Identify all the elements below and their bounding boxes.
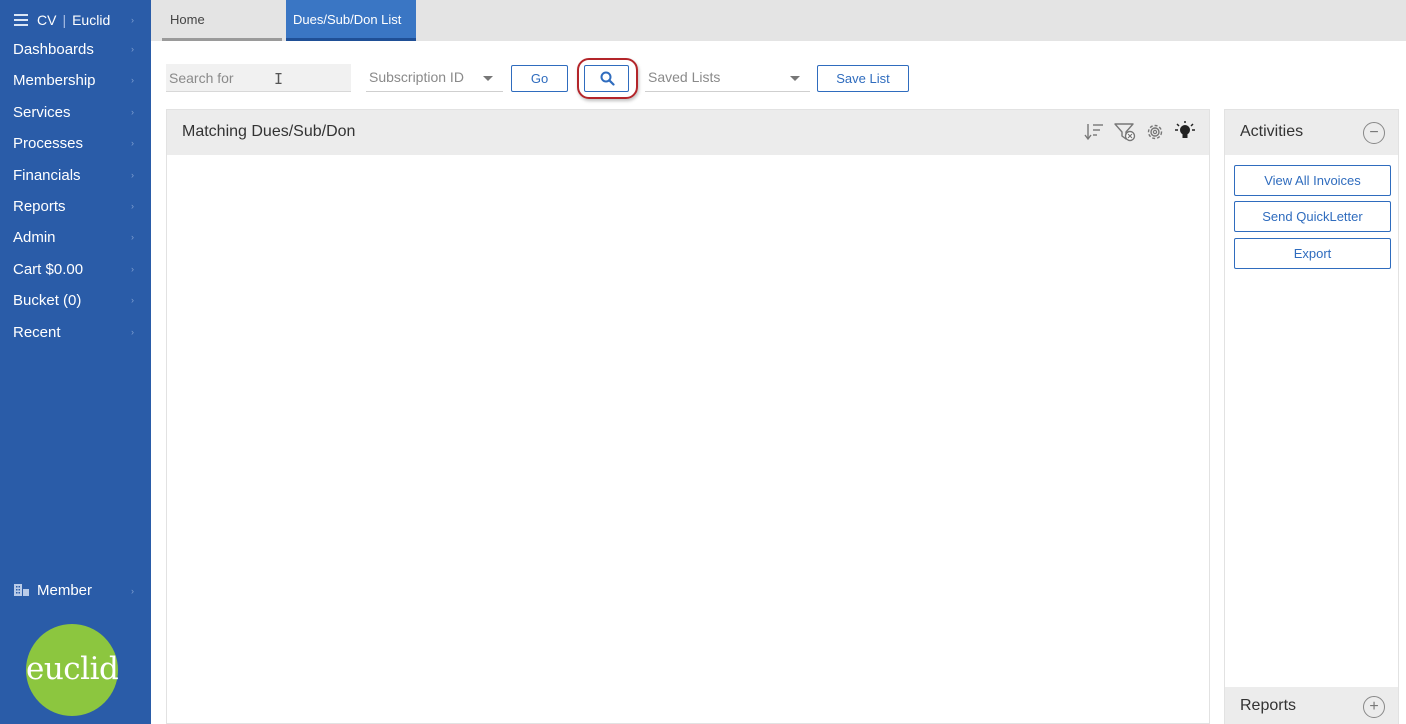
search-by-dropdown[interactable]: Subscription ID bbox=[366, 64, 503, 92]
dropdown-arrow-icon bbox=[483, 76, 493, 81]
sidebar-item-admin[interactable]: Admin › bbox=[0, 222, 151, 253]
sidebar-item-dashboards[interactable]: Dashboards › bbox=[0, 34, 151, 65]
sidebar-item-label: Services bbox=[13, 103, 71, 121]
page-title: Matching Dues/Sub/Don bbox=[182, 123, 356, 140]
save-list-button[interactable]: Save List bbox=[817, 65, 909, 92]
send-quickletter-button[interactable]: Send QuickLetter bbox=[1234, 201, 1391, 232]
tab-bar: Home Dues/Sub/Don List bbox=[151, 0, 1406, 41]
chevron-right-icon: › bbox=[131, 106, 134, 117]
sidebar-item-label: Dashboards bbox=[13, 41, 94, 58]
chevron-right-icon: › bbox=[131, 44, 134, 54]
sidebar-item-membership[interactable]: Membership › bbox=[0, 65, 151, 96]
dropdown-arrow-icon bbox=[790, 76, 800, 81]
sidebar-item-label: Financials bbox=[13, 166, 81, 184]
building-icon bbox=[14, 584, 29, 596]
chevron-right-icon: › bbox=[131, 75, 134, 86]
brand-separator: | bbox=[62, 12, 67, 28]
chevron-right-icon: › bbox=[131, 586, 134, 596]
minus-circle-icon[interactable]: − bbox=[1363, 122, 1385, 144]
sidebar-item-bucket[interactable]: Bucket (0) › bbox=[0, 285, 151, 316]
search-input[interactable] bbox=[166, 64, 351, 92]
plus-circle-icon[interactable]: + bbox=[1363, 696, 1385, 718]
sidebar-item-label: Bucket (0) bbox=[13, 292, 82, 310]
results-header: Matching Dues/Sub/Don bbox=[167, 110, 1209, 155]
sort-icon[interactable] bbox=[1083, 121, 1107, 143]
chevron-right-icon: › bbox=[131, 15, 134, 25]
sidebar-item-label: Membership bbox=[13, 72, 96, 90]
chevron-right-icon: › bbox=[131, 326, 134, 337]
member-menu[interactable]: Member › bbox=[0, 576, 151, 606]
chevron-right-icon: › bbox=[131, 138, 134, 149]
sidebar-item-label: Admin bbox=[13, 229, 56, 247]
euclid-logo: euclid bbox=[26, 624, 119, 716]
magnifier-icon bbox=[600, 71, 615, 86]
activities-panel: Activities − View All Invoices Send Quic… bbox=[1224, 109, 1399, 724]
results-panel: Matching Dues/Sub/Don bbox=[166, 109, 1210, 724]
sidebar-item-label: Reports bbox=[13, 197, 66, 215]
filter-icon[interactable] bbox=[1113, 121, 1137, 143]
sidebar-item-services[interactable]: Services › bbox=[0, 97, 151, 128]
sidebar-item-label: Cart $0.00 bbox=[13, 260, 84, 278]
text-cursor-icon: I bbox=[274, 70, 284, 88]
sidebar-item-recent[interactable]: Recent › bbox=[0, 317, 151, 348]
chevron-right-icon: › bbox=[131, 295, 134, 306]
sidebar-item-reports[interactable]: Reports › bbox=[0, 191, 151, 222]
results-toolbar bbox=[1083, 121, 1197, 143]
chevron-right-icon: › bbox=[131, 263, 134, 274]
sidebar-item-label: Recent bbox=[13, 323, 61, 341]
saved-lists-dropdown[interactable]: Saved Lists bbox=[645, 64, 810, 92]
brand-left: CV bbox=[37, 12, 57, 28]
sidebar-nav: Dashboards › Membership › Services › Proces… bbox=[0, 34, 151, 348]
tab-dues-sub-don-list[interactable]: Dues/Sub/Don List bbox=[286, 0, 416, 41]
chevron-right-icon: › bbox=[131, 169, 134, 180]
reports-title: Reports bbox=[1240, 697, 1297, 714]
sidebar-item-label: Processes bbox=[13, 135, 84, 153]
search-by-value: Subscription ID bbox=[369, 69, 464, 85]
activities-header: Activities − bbox=[1225, 110, 1398, 155]
brand-right: Euclid bbox=[72, 12, 111, 28]
chevron-right-icon: › bbox=[131, 200, 134, 211]
search-button[interactable] bbox=[584, 65, 629, 92]
sidebar-item-processes[interactable]: Processes › bbox=[0, 128, 151, 159]
sidebar-item-cart[interactable]: Cart $0.00 › bbox=[0, 254, 151, 285]
member-label: Member bbox=[37, 582, 93, 599]
reports-header: Reports + bbox=[1225, 687, 1398, 724]
lightbulb-icon[interactable] bbox=[1173, 121, 1197, 143]
sidebar-item-financials[interactable]: Financials › bbox=[0, 160, 151, 191]
view-all-invoices-button[interactable]: View All Invoices bbox=[1234, 165, 1391, 196]
export-button[interactable]: Export bbox=[1234, 238, 1391, 269]
hamburger-icon[interactable] bbox=[14, 14, 30, 26]
sidebar: CV | Euclid › Dashboards › Membership › Se… bbox=[0, 0, 151, 724]
chevron-right-icon: › bbox=[131, 232, 134, 243]
saved-lists-value: Saved Lists bbox=[648, 69, 721, 85]
tab-home[interactable]: Home bbox=[162, 0, 282, 41]
go-button[interactable]: Go bbox=[511, 65, 568, 92]
settings-icon[interactable] bbox=[1143, 121, 1167, 143]
activities-title: Activities bbox=[1240, 123, 1304, 140]
